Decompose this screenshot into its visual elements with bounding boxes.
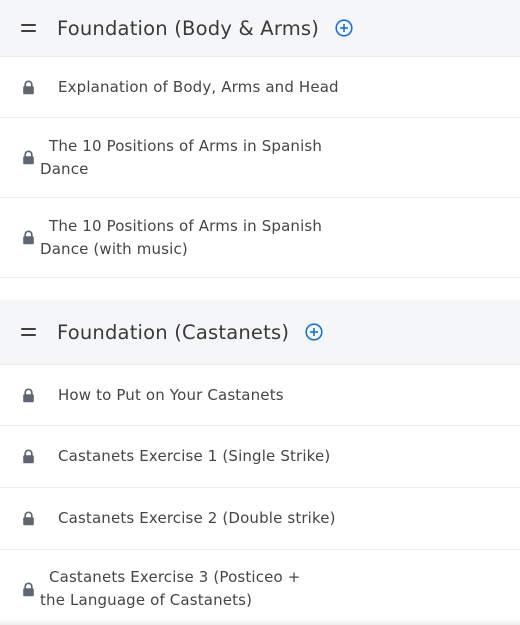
- lesson-item[interactable]: The 10 Positions of Arms in Spanish Danc…: [0, 118, 520, 198]
- lesson-title: Castanets Exercise 1 (Single Strike): [58, 447, 331, 465]
- section-header-castanets[interactable]: Foundation (Castanets): [0, 300, 520, 365]
- lesson-title: The 10 Positions of Arms in Spanish Danc…: [40, 136, 323, 178]
- lesson-item[interactable]: Explanation of Body, Arms and Head: [0, 57, 520, 118]
- drag-handle-icon[interactable]: [21, 328, 36, 336]
- lesson-item[interactable]: Castanets Exercise 2 (Double strike): [0, 488, 520, 550]
- lesson-item[interactable]: How to Put on Your Castanets: [0, 365, 520, 426]
- lesson-item[interactable]: The 10 Positions of Arms in Spanish Danc…: [0, 198, 520, 278]
- lesson-title: How to Put on Your Castanets: [58, 385, 284, 404]
- section-header-body-arms[interactable]: Foundation (Body & Arms): [0, 0, 520, 57]
- lesson-title: Castanets Exercise 3 (Posticeo + the Lan…: [40, 568, 301, 609]
- lesson-title: Explanation of Body, Arms and Head: [58, 77, 339, 96]
- lock-icon: [22, 582, 35, 597]
- lock-icon: [22, 388, 35, 403]
- lesson-item[interactable]: Castanets Exercise 3 (Posticeo + the Lan…: [0, 550, 520, 625]
- lesson-item[interactable]: Castanets Exercise 1 (Single Strike): [0, 426, 520, 488]
- add-lesson-icon[interactable]: [335, 19, 353, 37]
- lesson-title: Castanets Exercise 2 (Double strike): [58, 509, 336, 527]
- lesson-title: The 10 Positions of Arms in Spanish Danc…: [40, 216, 323, 258]
- add-lesson-icon[interactable]: [305, 323, 323, 341]
- lock-icon: [22, 449, 35, 464]
- lock-icon: [22, 150, 35, 165]
- section-title: Foundation (Castanets): [57, 320, 290, 344]
- lock-icon: [22, 80, 35, 95]
- drag-handle-icon[interactable]: [21, 24, 36, 32]
- section-title: Foundation (Body & Arms): [57, 16, 320, 40]
- lock-icon: [22, 511, 35, 526]
- bottom-fade: [0, 619, 520, 625]
- section-spacer: [0, 278, 520, 300]
- curriculum-page: Foundation (Body & Arms) Explanation of …: [0, 0, 520, 625]
- lock-icon: [22, 230, 35, 245]
